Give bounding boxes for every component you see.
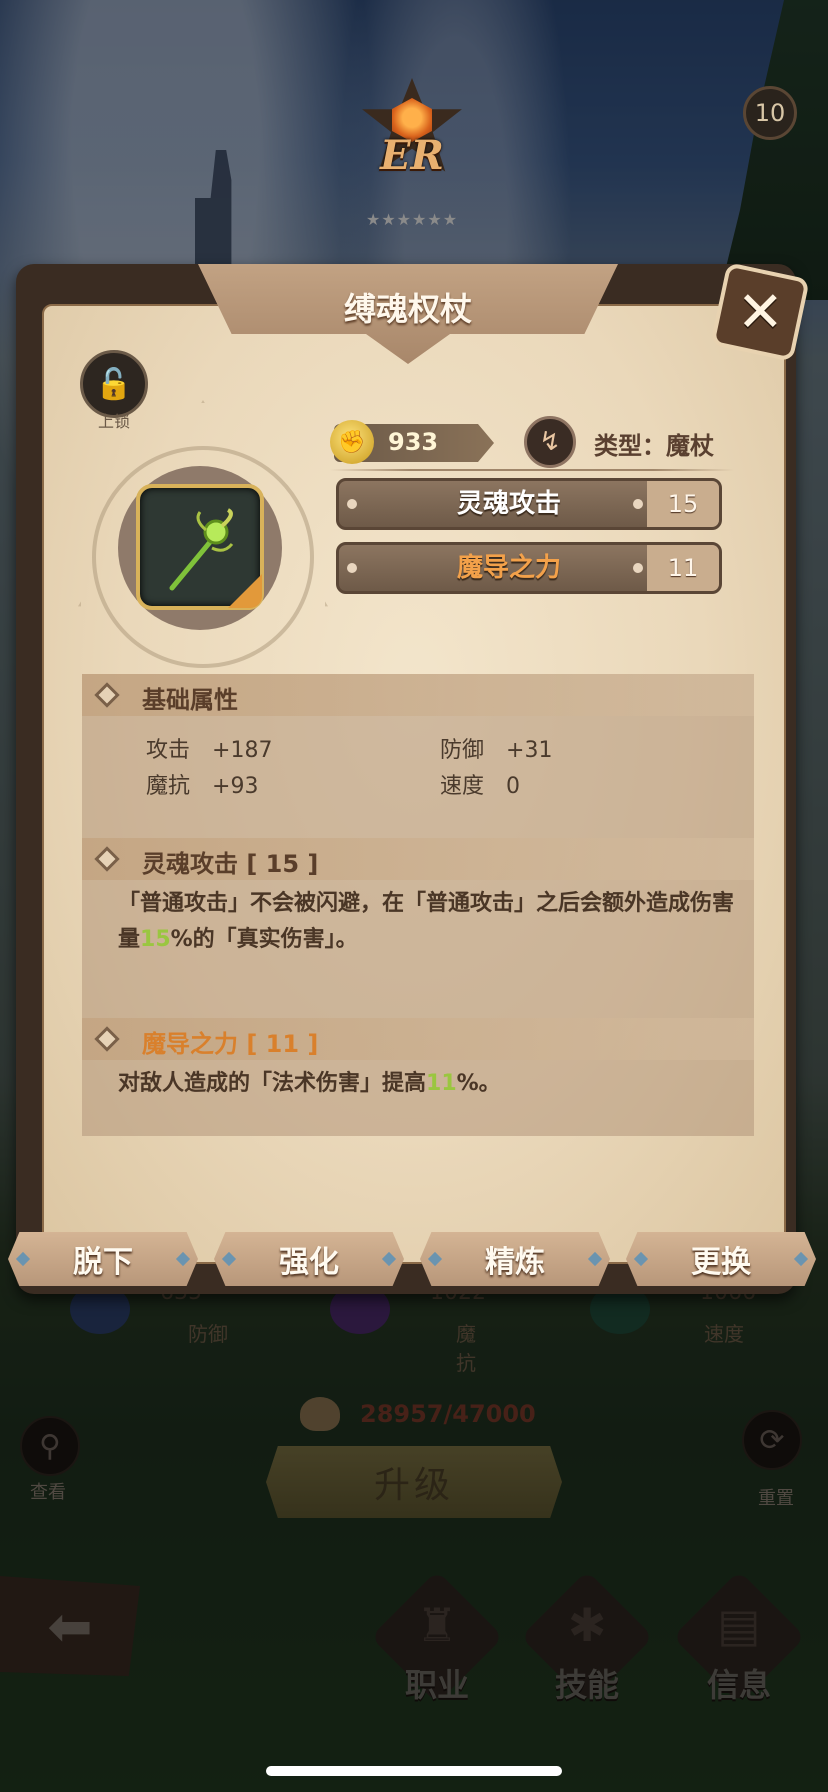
diamond-bullet-icon: [94, 1026, 120, 1052]
trait-soul-attack: 灵魂攻击 15: [336, 478, 722, 530]
magic-power-header: 魔导之力 [ 11 ]: [82, 1018, 754, 1060]
fist-icon: ✊: [330, 420, 374, 464]
home-indicator[interactable]: [266, 1766, 562, 1776]
close-icon: ✕: [736, 279, 784, 345]
item-title: 缚魂权杖: [343, 290, 472, 328]
enhance-button[interactable]: 强化: [214, 1232, 404, 1286]
rank-stars: ★★★★★★: [365, 210, 459, 229]
replace-button[interactable]: 更换: [626, 1232, 816, 1286]
diamond-bullet-icon: [94, 682, 120, 708]
trait-magic-power: 魔导之力 11: [336, 542, 722, 594]
soul-attack-description: 「普通攻击」不会被闪避，在「普通攻击」之后会额外造成伤害量15%的「真实伤害」。: [118, 891, 735, 952]
close-button[interactable]: ✕: [710, 262, 810, 362]
stat-magic-resist-bonus: 魔抗 +93: [146, 774, 259, 799]
item-type: 类型：魔杖: [594, 432, 714, 460]
base-attributes-header: 基础属性: [82, 674, 754, 716]
stat-attack: 攻击 +187: [146, 738, 273, 763]
diamond-bullet-icon: [94, 846, 120, 872]
item-slot: [136, 484, 264, 610]
divider: [330, 469, 734, 471]
wand-type-icon: ↯: [524, 416, 576, 468]
power-value: 933: [388, 428, 439, 456]
refine-button[interactable]: 精炼: [420, 1232, 610, 1286]
magic-power-description: 对敌人造成的「法术伤害」提高11%。: [118, 1071, 501, 1096]
hero-level-badge: 10: [743, 86, 797, 140]
unequip-button[interactable]: 脱下: [8, 1232, 198, 1286]
soul-attack-header: 灵魂攻击 [ 15 ]: [82, 838, 754, 880]
rank-text: ER: [380, 132, 444, 179]
unlock-icon: 🔓: [95, 366, 133, 402]
hero-rank-emblem: ER ★★★★★★: [352, 78, 472, 229]
staff-icon: [169, 508, 234, 591]
stat-defense-bonus: 防御 +31: [440, 738, 553, 763]
stat-speed-bonus: 速度 0: [440, 774, 521, 799]
